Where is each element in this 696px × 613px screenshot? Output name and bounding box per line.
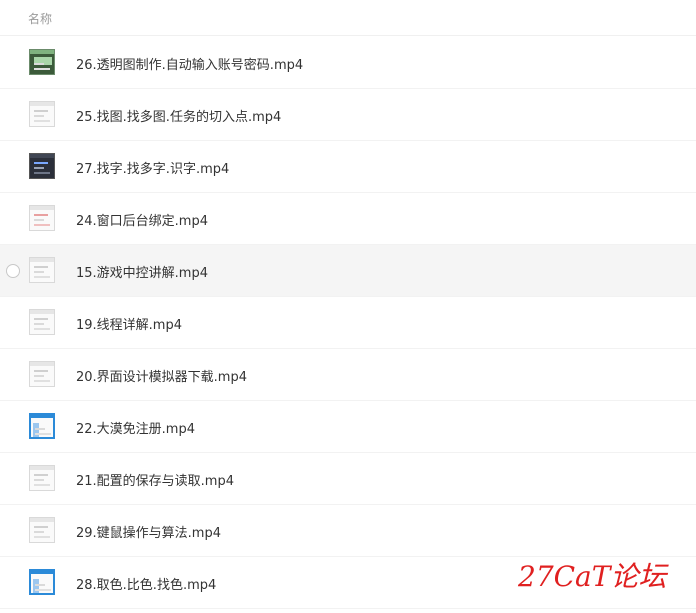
file-name[interactable]: 26.透明图制作.自动输入账号密码.mp4 <box>76 54 303 73</box>
video-thumbnail-icon <box>29 361 55 387</box>
file-row[interactable]: 29.键鼠操作与算法.mp4 <box>0 505 696 557</box>
file-row[interactable]: 15.游戏中控讲解.mp4 <box>0 245 696 297</box>
video-thumbnail-icon <box>29 153 55 179</box>
video-thumbnail-icon <box>29 49 55 75</box>
file-name[interactable]: 28.取色.比色.找色.mp4 <box>76 574 216 593</box>
file-row[interactable]: 26.透明图制作.自动输入账号密码.mp4 <box>0 37 696 89</box>
row-checkbox[interactable] <box>6 264 20 278</box>
file-row[interactable]: 24.窗口后台绑定.mp4 <box>0 193 696 245</box>
file-name[interactable]: 15.游戏中控讲解.mp4 <box>76 262 208 281</box>
video-thumbnail-icon <box>29 517 55 543</box>
file-row[interactable]: 25.找图.找多图.任务的切入点.mp4 <box>0 89 696 141</box>
file-row[interactable]: 21.配置的保存与读取.mp4 <box>0 453 696 505</box>
file-name[interactable]: 21.配置的保存与读取.mp4 <box>76 470 234 489</box>
file-name[interactable]: 20.界面设计模拟器下载.mp4 <box>76 366 247 385</box>
video-thumbnail-icon <box>29 569 55 595</box>
video-thumbnail-icon <box>29 309 55 335</box>
video-thumbnail-icon <box>29 465 55 491</box>
video-thumbnail-icon <box>29 413 55 439</box>
file-name[interactable]: 24.窗口后台绑定.mp4 <box>76 210 208 229</box>
column-header-name[interactable]: 名称 <box>28 10 52 27</box>
file-name[interactable]: 19.线程详解.mp4 <box>76 314 182 333</box>
file-row[interactable]: 19.线程详解.mp4 <box>0 297 696 349</box>
file-list: 26.透明图制作.自动输入账号密码.mp4 25.找图.找多图.任务的切入点.m… <box>0 37 696 609</box>
video-thumbnail-icon <box>29 205 55 231</box>
file-row[interactable]: 22.大漠免注册.mp4 <box>0 401 696 453</box>
file-name[interactable]: 25.找图.找多图.任务的切入点.mp4 <box>76 106 281 125</box>
file-name[interactable]: 27.找字.找多字.识字.mp4 <box>76 158 229 177</box>
list-header: 名称 <box>0 0 696 36</box>
video-thumbnail-icon <box>29 257 55 283</box>
watermark-text: 27CaT论坛 <box>518 560 667 593</box>
file-name[interactable]: 29.键鼠操作与算法.mp4 <box>76 522 221 541</box>
file-row[interactable]: 27.找字.找多字.识字.mp4 <box>0 141 696 193</box>
video-thumbnail-icon <box>29 101 55 127</box>
file-name[interactable]: 22.大漠免注册.mp4 <box>76 418 195 437</box>
file-row[interactable]: 20.界面设计模拟器下载.mp4 <box>0 349 696 401</box>
